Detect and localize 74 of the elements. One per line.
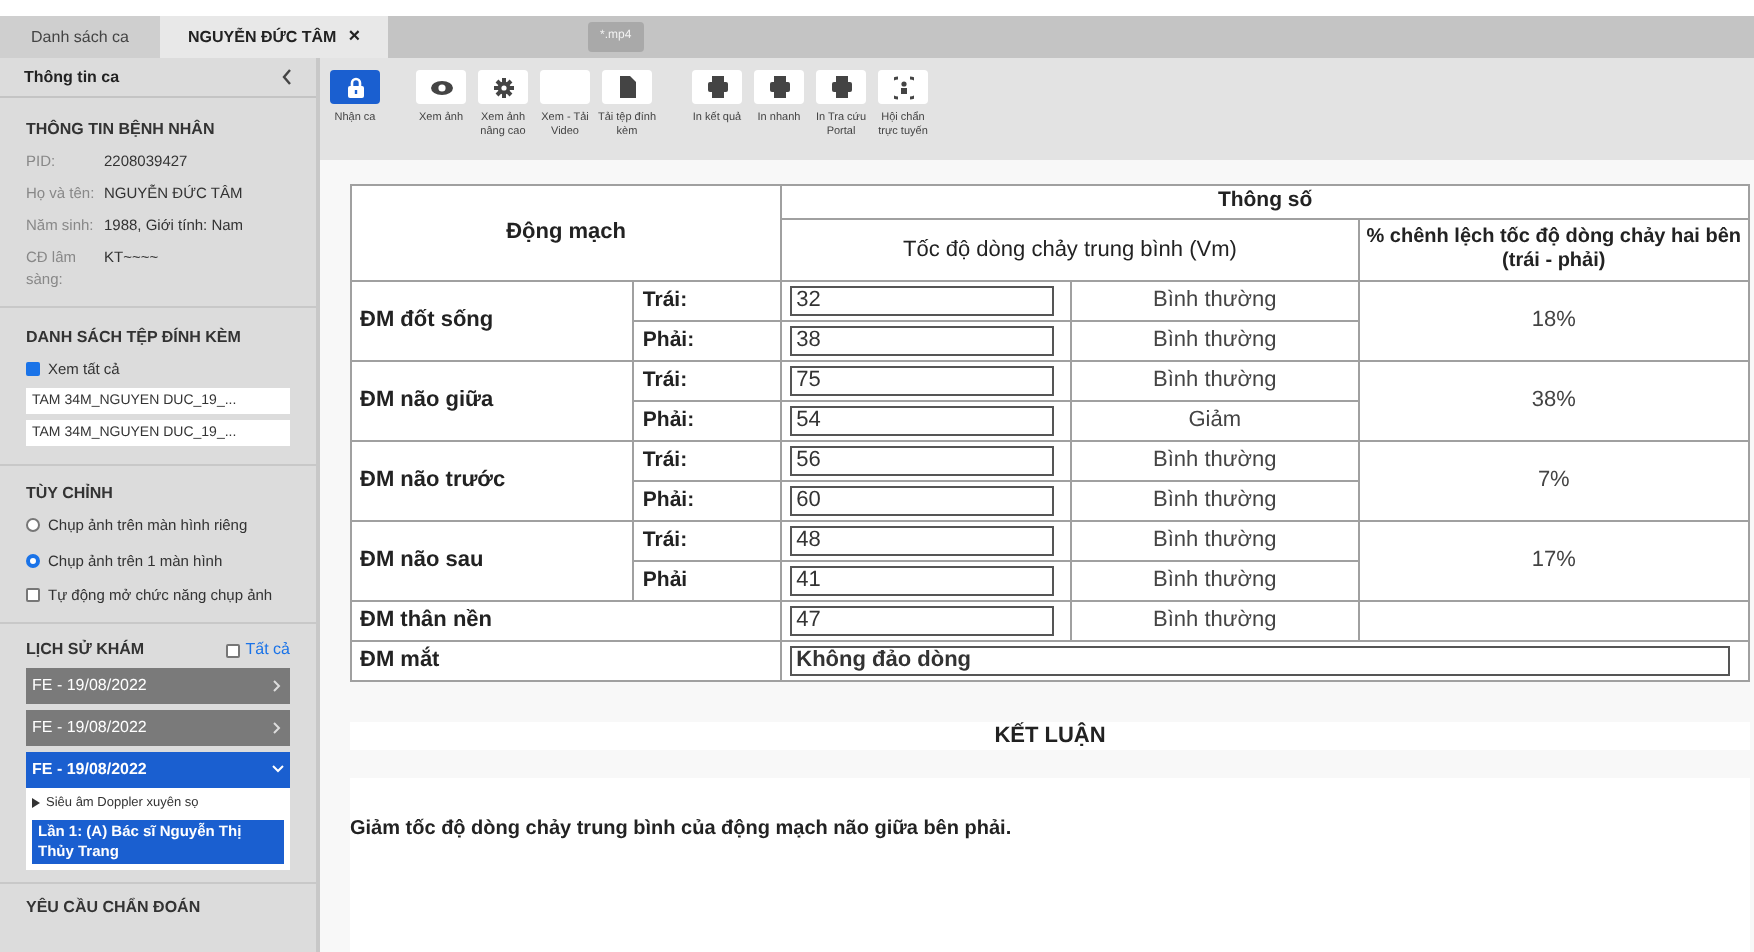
file-icon bbox=[619, 76, 635, 98]
row-label: ĐM não trước bbox=[351, 441, 634, 521]
status-cell: Bình thường bbox=[1070, 521, 1359, 561]
toolbar-button[interactable] bbox=[602, 70, 652, 104]
section-title: YÊU CẦU CHẨN ĐOÁN bbox=[26, 895, 203, 920]
toolbar-button[interactable] bbox=[878, 70, 928, 104]
difference-cell: 7% bbox=[1358, 441, 1749, 521]
settings-icon bbox=[493, 77, 513, 97]
visit-item[interactable]: FE - 19/08/2022 bbox=[26, 752, 290, 788]
column-header: Động mạch bbox=[351, 185, 782, 281]
side-label: Phải: bbox=[633, 321, 782, 361]
row-label: ĐM mắt bbox=[351, 641, 782, 681]
visit-item[interactable]: FE - 19/08/2022 bbox=[26, 710, 290, 746]
radio-button[interactable] bbox=[26, 518, 40, 533]
tab[interactable]: NGUYỄN ĐỨC TÂM × bbox=[160, 16, 389, 58]
toolbar-button[interactable] bbox=[816, 70, 866, 104]
side-label: Trái: bbox=[633, 281, 782, 321]
difference-cell: 38% bbox=[1358, 361, 1749, 441]
status-cell: Bình thường bbox=[1070, 601, 1359, 641]
input-field[interactable]: 60 bbox=[790, 486, 1055, 516]
conclusion-text: Giảm tốc độ dòng chảy trung bình của động mạch não giữa bên phải. bbox=[350, 816, 1014, 844]
panel-title: Thông tin ca bbox=[24, 65, 120, 89]
chevron-down-icon bbox=[272, 764, 284, 776]
column-header: % chênh lệch tốc độ dòng chảy hai bên (trái - phải) bbox=[1358, 219, 1749, 281]
side-label: Phải: bbox=[633, 401, 782, 441]
input-field[interactable]: 38 bbox=[790, 326, 1055, 356]
section-title: THÔNG TIN BỆNH NHÂN bbox=[26, 118, 217, 142]
status-cell: Bình thường bbox=[1070, 361, 1359, 401]
input-field[interactable]: 56 bbox=[790, 446, 1055, 476]
toolbar-button[interactable] bbox=[478, 70, 528, 104]
input-field[interactable]: Không đảo dòng bbox=[790, 646, 1731, 676]
checkbox-label: Tất cả bbox=[245, 638, 290, 662]
checkbox[interactable] bbox=[225, 643, 240, 657]
chevron-right-icon bbox=[272, 722, 284, 734]
radio-button[interactable] bbox=[26, 553, 40, 568]
input-field[interactable]: 75 bbox=[790, 366, 1055, 396]
collapse-icon bbox=[282, 68, 292, 86]
section-title: KẾT LUẬN bbox=[994, 720, 1106, 752]
section-title: DANH SÁCH TỆP ĐÍNH KÈM bbox=[26, 326, 243, 350]
row-label: ĐM não sau bbox=[351, 521, 634, 601]
toolbar-button[interactable] bbox=[754, 70, 804, 104]
side-label: Trái: bbox=[633, 441, 782, 481]
row-label: ĐM đốt sống bbox=[351, 281, 634, 361]
status-cell: Bình thường bbox=[1070, 441, 1359, 481]
tab[interactable]: Danh sách ca bbox=[0, 16, 160, 58]
caret-icon bbox=[32, 798, 40, 809]
visit-item[interactable]: FE - 19/08/2022 bbox=[26, 668, 290, 704]
side-label: Phải bbox=[633, 561, 782, 601]
input-field[interactable]: 54 bbox=[790, 406, 1055, 436]
status-cell: Bình thường bbox=[1070, 281, 1359, 321]
eye-icon bbox=[429, 79, 453, 95]
toolbar-button[interactable] bbox=[692, 70, 742, 104]
column-header: Thông số bbox=[781, 185, 1749, 219]
checkbox[interactable] bbox=[26, 362, 40, 377]
side-label: Trái: bbox=[633, 361, 782, 401]
column-header: Tốc độ dòng chảy trung bình (Vm) bbox=[781, 219, 1359, 281]
input-field[interactable]: 47 bbox=[790, 606, 1055, 636]
close-icon[interactable]: × bbox=[348, 27, 361, 47]
side-label: Phải: bbox=[633, 481, 782, 521]
input-field[interactable]: 32 bbox=[790, 286, 1055, 316]
checkbox[interactable] bbox=[26, 587, 40, 602]
row-label: ĐM não giữa bbox=[351, 361, 634, 441]
toolbar-button[interactable] bbox=[330, 70, 380, 104]
difference-cell: 17% bbox=[1358, 521, 1749, 601]
side-label: Trái: bbox=[633, 521, 782, 561]
section-title: TÙY CHỈNH bbox=[26, 482, 115, 507]
lock-icon bbox=[345, 75, 365, 99]
chevron-right-icon bbox=[272, 680, 284, 692]
input-field[interactable]: 48 bbox=[790, 526, 1055, 556]
row-label: ĐM thân nền bbox=[351, 601, 782, 641]
toolbar-button[interactable] bbox=[416, 70, 466, 104]
difference-cell: 18% bbox=[1358, 281, 1749, 361]
section-title: LỊCH SỬ KHÁM bbox=[26, 638, 145, 662]
input-field[interactable]: 41 bbox=[790, 566, 1055, 596]
